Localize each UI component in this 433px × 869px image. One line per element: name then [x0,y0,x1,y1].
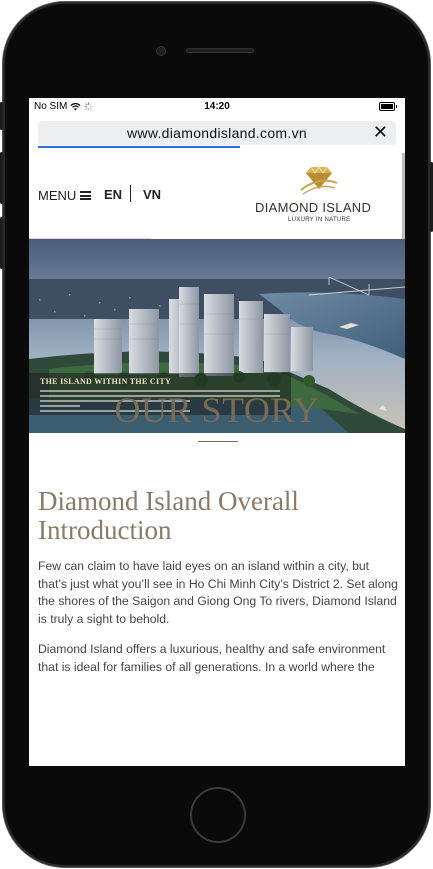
hero-caption-title: THE ISLAND WITHIN THE CITY [40,377,172,386]
language-en[interactable]: EN [104,187,122,202]
volume-up-button [0,152,3,204]
logo-tagline: LUXURY IN NATURE [288,217,351,223]
site-header: MENU EN VN DIAMOND ISLAND LUXURY IN NATU… [29,153,405,239]
language-vn[interactable]: VN [143,187,161,202]
front-camera [156,46,166,56]
menu-label: MENU [38,188,77,203]
phone-screen: No SIM 14:20 www.diamondisland.com.vn ✕ … [29,98,405,766]
battery-icon [379,102,397,111]
close-icon[interactable]: ✕ [373,122,388,143]
home-button[interactable] [190,787,246,843]
volume-down-button [0,217,3,269]
language-separator [130,185,131,202]
menu-button[interactable]: MENU [38,188,92,203]
mute-switch [0,102,3,130]
intro-paragraph-1: Few can claim to have laid eyes on an is… [38,559,398,626]
status-bar: No SIM 14:20 [29,98,405,116]
status-time: 14:20 [204,101,230,112]
earpiece-speaker [186,48,254,53]
address-bar[interactable]: www.diamondisland.com.vn ✕ [38,121,396,145]
url-text[interactable]: www.diamondisland.com.vn [38,125,396,141]
intro-paragraph-2: Diamond Island offers a luxurious, healt… [38,642,386,674]
diamond-logo-icon [300,166,338,195]
story-divider [198,441,238,442]
hamburger-icon [80,191,92,200]
our-story-title: OUR STORY [114,390,320,430]
intro-title: Diamond Island Overall Introduction [38,486,299,545]
logo-name: DIAMOND ISLAND [255,200,372,215]
page-load-progress [38,146,240,148]
